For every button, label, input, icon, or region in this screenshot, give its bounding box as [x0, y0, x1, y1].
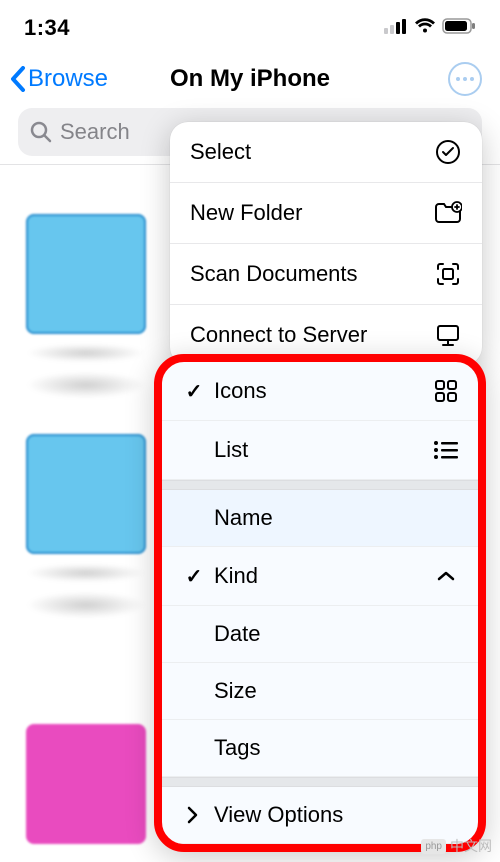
menu-separator [162, 480, 478, 490]
back-label: Browse [28, 65, 108, 93]
watermark-text: 中文网 [450, 836, 492, 856]
checkmark-circle-icon [434, 138, 462, 166]
view-sort-menu: ✓ Icons List Name ✓ Kind [154, 354, 486, 852]
status-time: 1:34 [24, 15, 70, 41]
menu-label: Connect to Server [190, 322, 367, 348]
nav-bar: Browse On My iPhone [0, 50, 500, 108]
server-icon [434, 321, 462, 349]
menu-item-sort-size[interactable]: Size [162, 663, 478, 720]
menu-label: Select [190, 139, 251, 165]
menu-label: Icons [214, 378, 267, 404]
back-button[interactable]: Browse [10, 64, 108, 94]
menu-label: Name [214, 505, 273, 531]
chevron-right-icon [180, 806, 204, 824]
menu-label: List [214, 437, 248, 463]
status-bar: 1:34 [0, 0, 500, 50]
cellular-icon [384, 18, 408, 39]
chevron-left-icon [10, 64, 28, 94]
menu-item-sort-name[interactable]: Name [162, 490, 478, 547]
menu-label: Size [214, 678, 257, 704]
thumbnail-label [26, 592, 146, 618]
scan-icon [434, 260, 462, 288]
folder-thumbnail[interactable] [26, 724, 146, 844]
battery-icon [442, 18, 476, 39]
menu-item-view-icons[interactable]: ✓ Icons [162, 362, 478, 421]
thumbnail-label [26, 564, 146, 582]
menu-item-sort-tags[interactable]: Tags [162, 720, 478, 777]
watermark-brand: php [421, 839, 446, 854]
status-indicators [384, 18, 476, 39]
menu-item-view-list[interactable]: List [162, 421, 478, 480]
thumbnail-label [26, 344, 146, 362]
search-placeholder: Search [60, 119, 130, 145]
folder-thumbnail[interactable] [26, 214, 146, 334]
grid-icon [432, 377, 460, 405]
menu-label: View Options [214, 802, 343, 828]
search-icon [30, 121, 52, 143]
menu-item-select[interactable]: Select [170, 122, 482, 183]
ellipsis-icon [456, 77, 474, 81]
checkmark-icon: ✓ [180, 379, 208, 404]
menu-label: New Folder [190, 200, 302, 226]
more-button[interactable] [448, 62, 482, 96]
folder-plus-icon [434, 199, 462, 227]
actions-menu: Select New Folder Scan Documents Connect… [170, 122, 482, 365]
folder-thumbnail[interactable] [26, 434, 146, 554]
menu-item-sort-date[interactable]: Date [162, 606, 478, 663]
menu-label: Date [214, 621, 260, 647]
menu-label: Tags [214, 735, 260, 761]
list-icon [432, 436, 460, 464]
menu-separator [162, 777, 478, 787]
menu-item-scan-documents[interactable]: Scan Documents [170, 244, 482, 305]
wifi-icon [414, 18, 436, 39]
chevron-up-icon [432, 562, 460, 590]
menu-item-new-folder[interactable]: New Folder [170, 183, 482, 244]
menu-label: Scan Documents [190, 261, 358, 287]
menu-item-sort-kind[interactable]: ✓ Kind [162, 547, 478, 606]
checkmark-icon: ✓ [180, 564, 208, 589]
background-thumbnails [0, 190, 160, 854]
menu-label: Kind [214, 563, 258, 589]
watermark: php 中文网 [421, 836, 492, 856]
thumbnail-label [26, 372, 146, 398]
